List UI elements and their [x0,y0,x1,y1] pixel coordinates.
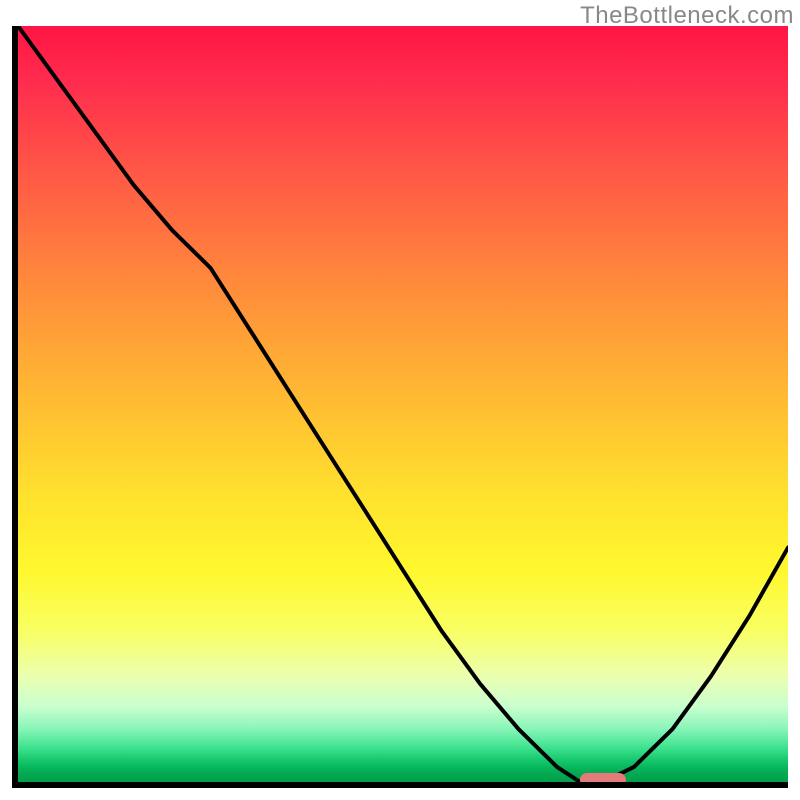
chart-canvas: TheBottleneck.com [0,0,800,800]
watermark-text: TheBottleneck.com [580,2,794,30]
plot-area [12,26,788,788]
bottleneck-curve [18,26,788,782]
optimal-range-marker [580,773,626,787]
